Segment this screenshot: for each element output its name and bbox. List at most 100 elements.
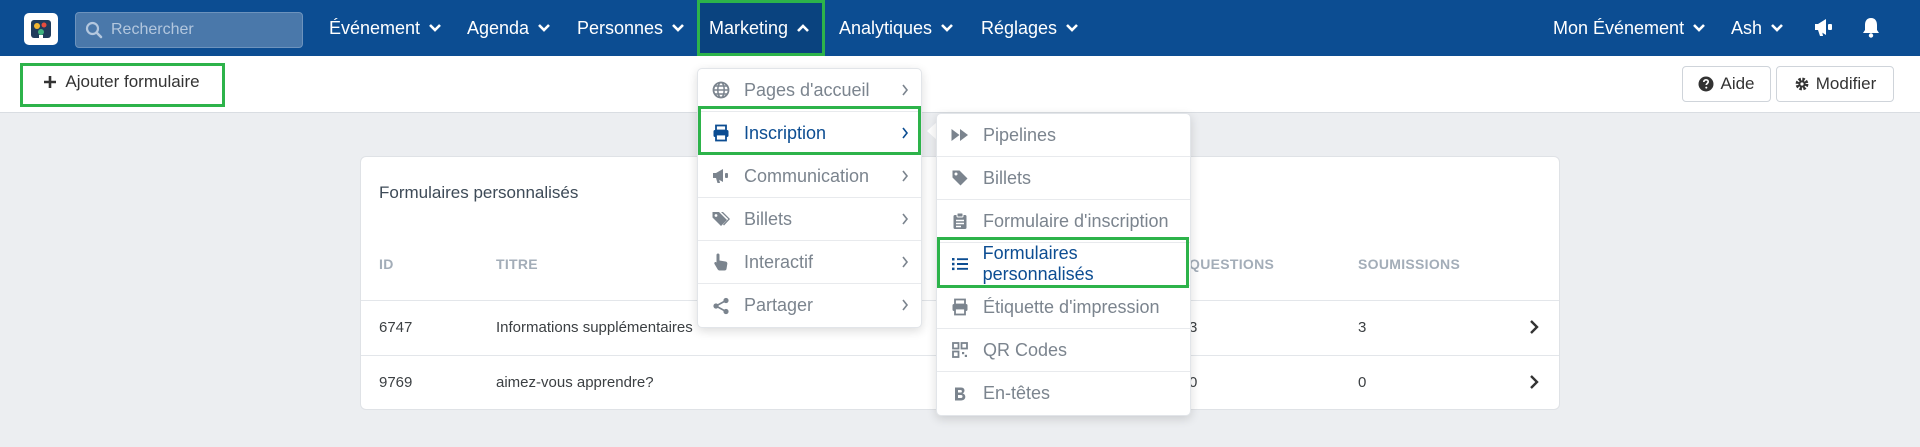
- menu-item-billets[interactable]: Billets: [698, 198, 921, 241]
- event-selector-label: Mon Événement: [1553, 17, 1685, 38]
- menu-item-interactif[interactable]: Interactif: [698, 241, 921, 284]
- menu-item-label: Interactif: [744, 251, 814, 272]
- chevron-down-icon: [1065, 23, 1079, 33]
- row-title: aimez-vous apprendre?: [496, 374, 654, 391]
- menu-item-label: Inscription: [744, 122, 827, 143]
- chevron-right-icon: [901, 126, 909, 140]
- marketing-dropdown: Pages d'accueil Inscription Communicatio…: [697, 68, 922, 328]
- menu-item-label: Communication: [744, 165, 870, 186]
- user-name: Ash: [1731, 17, 1763, 38]
- submenu-item-etiquette-impression[interactable]: Étiquette d'impression: [937, 286, 1190, 329]
- edit-label: Modifier: [1815, 74, 1877, 93]
- row-title: Informations supplémentaires: [496, 319, 693, 336]
- top-navbar: Événement Agenda Personnes Marketing Ana…: [0, 0, 1920, 56]
- submenu-item-qr-codes[interactable]: QR Codes: [937, 329, 1190, 372]
- chevron-down-icon: [1692, 23, 1706, 33]
- inscription-submenu: Pipelines Billets Formulaire d'inscripti…: [936, 113, 1191, 416]
- menu-item-label: Pages d'accueil: [744, 79, 870, 100]
- megaphone-icon: [710, 167, 732, 185]
- column-header-questions: QUESTIONS: [1189, 256, 1275, 272]
- app-logo[interactable]: [24, 13, 58, 45]
- submenu-item-label: Pipelines: [983, 124, 1057, 145]
- chevron-down-icon: [671, 23, 685, 33]
- card-title: Formulaires personnalisés: [379, 183, 579, 202]
- submenu-item-formulaires-personnalises[interactable]: Formulaires personnalisés: [937, 243, 1190, 286]
- submenu-item-label: Formulaires personnalisés: [982, 243, 1094, 284]
- nav-reglages-label: Réglages: [981, 17, 1058, 38]
- chevron-right-icon: [901, 169, 909, 183]
- fast-forward-icon: [949, 127, 971, 143]
- edit-button[interactable]: Modifier: [1776, 66, 1894, 102]
- add-form-label: Ajouter formulaire: [65, 72, 200, 91]
- menu-item-inscription[interactable]: Inscription: [698, 112, 921, 155]
- logo-icon: [31, 20, 51, 41]
- clipboard-icon: [949, 212, 971, 230]
- help-label: Aide: [1720, 74, 1755, 93]
- submenu-item-label: QR Codes: [983, 339, 1068, 360]
- chevron-down-icon: [428, 23, 442, 33]
- column-header-soumissions: SOUMISSIONS: [1358, 256, 1461, 272]
- row-id: 6747: [379, 319, 413, 336]
- chevron-right-icon: [901, 212, 909, 226]
- nav-reglages[interactable]: Réglages: [981, 0, 1079, 56]
- column-header-id: ID: [379, 256, 394, 272]
- menu-item-label: Billets: [744, 208, 793, 229]
- hand-pointer-icon: [710, 252, 732, 272]
- nav-analytiques[interactable]: Analytiques: [839, 0, 954, 56]
- chevron-right-icon[interactable]: [1529, 319, 1539, 335]
- menu-item-communication[interactable]: Communication: [698, 155, 921, 198]
- megaphone-icon[interactable]: [1813, 16, 1835, 38]
- menu-item-pages-accueil[interactable]: Pages d'accueil: [698, 69, 921, 112]
- menu-item-partager[interactable]: Partager: [698, 284, 921, 327]
- nav-user-menu[interactable]: Ash: [1731, 0, 1784, 56]
- help-button[interactable]: Aide: [1682, 66, 1771, 102]
- page-toolbar: Ajouter formulaire Aide Modifier: [0, 56, 1920, 113]
- plus-icon: [44, 76, 57, 88]
- chevron-right-icon: [901, 83, 909, 97]
- gear-icon: [1795, 77, 1809, 91]
- chevron-down-icon: [940, 23, 954, 33]
- bold-icon: [949, 386, 971, 402]
- add-form-button[interactable]: Ajouter formulaire: [24, 64, 219, 100]
- submenu-item-formulaire-inscription[interactable]: Formulaire d'inscription: [937, 200, 1190, 243]
- search-box[interactable]: [75, 12, 303, 48]
- nav-marketing[interactable]: Marketing: [709, 0, 810, 56]
- chevron-down-icon: [1770, 23, 1784, 33]
- printer-icon: [710, 124, 732, 142]
- chevron-right-icon[interactable]: [1529, 374, 1539, 390]
- printer-icon: [949, 298, 971, 316]
- list-icon: [949, 256, 971, 272]
- row-submissions: 3: [1358, 319, 1367, 336]
- nav-personnes[interactable]: Personnes: [577, 0, 685, 56]
- search-icon: [85, 21, 103, 39]
- chevron-right-icon: [901, 298, 909, 312]
- tag-icon: [949, 169, 971, 187]
- nav-agenda[interactable]: Agenda: [467, 0, 551, 56]
- globe-icon: [710, 81, 732, 99]
- column-header-titre: TITRE: [496, 256, 538, 272]
- nav-evenement-label: Événement: [329, 17, 421, 38]
- nav-analytiques-label: Analytiques: [839, 17, 933, 38]
- row-submissions: 0: [1358, 374, 1367, 391]
- search-input[interactable]: [111, 21, 291, 39]
- tags-icon: [710, 210, 732, 228]
- menu-item-label: Partager: [744, 295, 814, 315]
- chevron-right-icon: [901, 255, 909, 269]
- submenu-item-label: En-têtes: [983, 383, 1051, 403]
- nav-personnes-label: Personnes: [577, 17, 664, 38]
- nav-event-selector[interactable]: Mon Événement: [1553, 0, 1706, 56]
- submenu-item-pipelines[interactable]: Pipelines: [937, 114, 1190, 157]
- nav-marketing-label: Marketing: [709, 17, 789, 38]
- qrcode-icon: [949, 342, 971, 358]
- nav-evenement[interactable]: Événement: [329, 0, 442, 56]
- submenu-item-billets[interactable]: Billets: [937, 157, 1190, 200]
- chevron-up-icon: [796, 23, 810, 33]
- submenu-item-label: Étiquette d'impression: [983, 296, 1160, 317]
- bell-icon[interactable]: [1861, 16, 1881, 38]
- question-circle-icon: [1698, 76, 1714, 92]
- chevron-down-icon: [537, 23, 551, 33]
- submenu-item-en-tetes[interactable]: En-têtes: [937, 372, 1190, 415]
- submenu-item-label: Billets: [983, 167, 1032, 188]
- submenu-item-label: Formulaire d'inscription: [983, 210, 1169, 231]
- nav-agenda-label: Agenda: [467, 17, 530, 38]
